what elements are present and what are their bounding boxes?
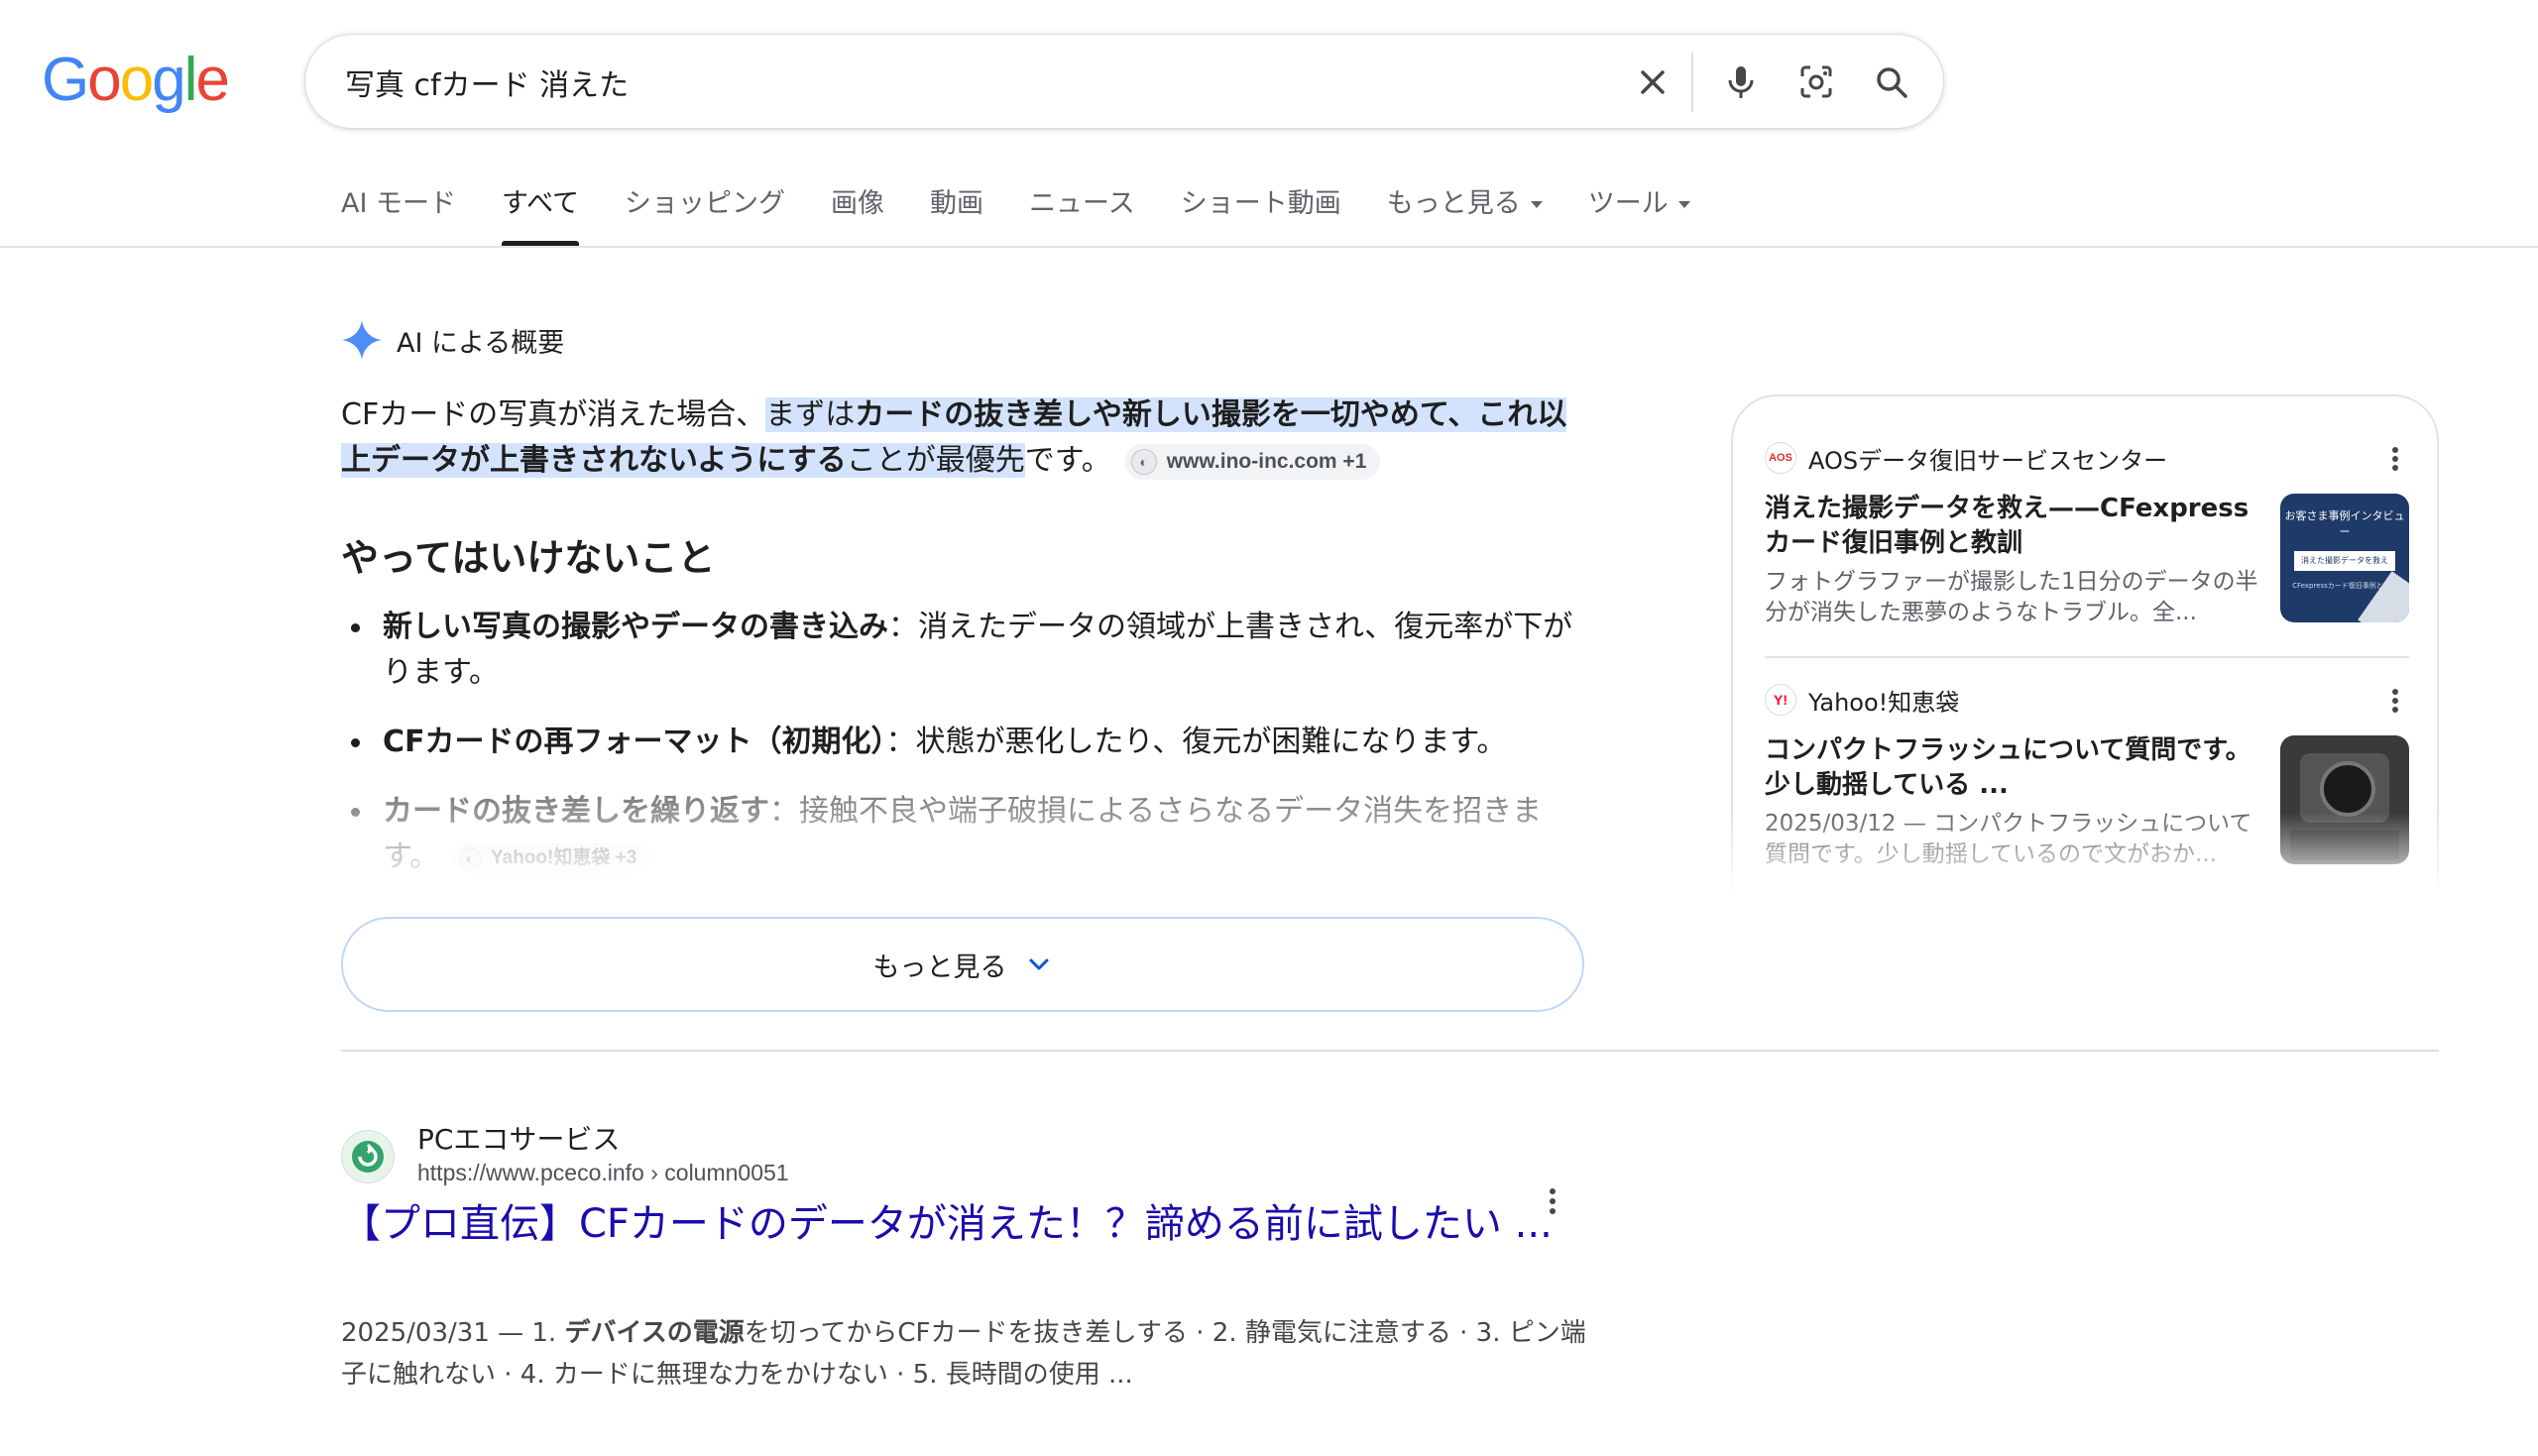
source-name: AOSデータ復旧サービスセンター <box>1808 446 2168 475</box>
source-title[interactable]: コンパクトフラッシュについて質問です。少し動揺している ... <box>1765 733 2260 803</box>
caret-down-icon <box>1677 201 1690 208</box>
citation-chip[interactable]: ◐ Yahoo!知恵袋 +3 <box>453 842 651 873</box>
show-more-label: もっと見る <box>872 952 1007 983</box>
tab-label: AI モード <box>341 188 457 219</box>
list-item-text: ：状態が悪化したり、復元が困難になります。 <box>885 725 1507 759</box>
chevron-down-icon <box>1029 958 1048 970</box>
more-options-icon[interactable] <box>2381 444 2409 474</box>
gemini-sparkle-icon <box>342 320 382 360</box>
result-snippet: 2025/03/31 — 1. デバイスの電源を切ってからCFカードを抜き差しす… <box>341 1312 1590 1396</box>
snippet-bold: デバイスの電源 <box>564 1318 745 1348</box>
google-logo[interactable]: Google <box>42 46 230 115</box>
search-tabs: AI モード すべて ショッピング 画像 動画 ニュース ショート動画 もっと見… <box>341 184 1736 246</box>
aos-favicon-icon: AOS <box>1765 442 1796 474</box>
results-divider <box>341 1050 2439 1052</box>
tab-label: 画像 <box>831 188 885 219</box>
yahoo-favicon-icon: Y! <box>1765 684 1796 716</box>
ai-overview-header: AI による概要 <box>341 319 564 361</box>
source-card[interactable]: Y! Yahoo!知恵袋 コンパクトフラッシュについて質問です。少し動揺している… <box>1765 680 2409 890</box>
logo-letter: o <box>87 46 122 114</box>
show-more-button[interactable]: もっと見る <box>341 917 1584 1012</box>
tab-more[interactable]: もっと見る <box>1387 184 1543 246</box>
tab-label: ショッピング <box>625 188 786 219</box>
list-item: カードの抜き差しを繰り返す：接触不良や端子破損によるさらなるデータ消失を招きます… <box>341 789 1590 880</box>
citation-favicon-icon: ◐ <box>1130 448 1157 475</box>
logo-letter: G <box>42 46 89 114</box>
caret-down-icon <box>1530 201 1543 208</box>
tab-short-videos[interactable]: ショート動画 <box>1181 184 1341 246</box>
result-title-link[interactable]: 【プロ直伝】CFカードのデータが消えた！？諦める前に試したい ... <box>341 1195 1590 1253</box>
search-divider <box>1691 53 1693 112</box>
lens-camera-icon[interactable] <box>1792 58 1840 106</box>
source-header: AOS AOSデータ復旧サービスセンター <box>1765 438 2409 478</box>
source-thumbnail: お客さま事例インタビュー 消えた撮影データを救え CFexpressカード復旧事… <box>2280 494 2409 622</box>
intro-highlight-text: ことが最優先 <box>846 443 1025 478</box>
tab-label: 動画 <box>930 188 984 219</box>
tab-label: ツール <box>1587 188 1669 219</box>
search-box <box>304 34 1944 129</box>
list-item-bold: 新しい写真の撮影やデータの書き込み <box>383 610 888 644</box>
tab-images[interactable]: 画像 <box>831 184 884 246</box>
tab-shopping[interactable]: ショッピング <box>625 184 785 246</box>
search-input[interactable] <box>343 56 1586 108</box>
citation-chip[interactable]: ◐ www.ino-inc.com +1 <box>1124 443 1381 480</box>
intro-text: です。 <box>1024 443 1111 478</box>
source-card[interactable]: AOS AOSデータ復旧サービスセンター 消えた撮影データを救え——CFexpr… <box>1765 438 2409 656</box>
intro-highlight-text: まずは <box>765 397 856 432</box>
source-header: Y! Yahoo!知恵袋 <box>1765 680 2409 720</box>
tab-label: すべて <box>502 188 580 219</box>
search-icon[interactable] <box>1868 58 1915 106</box>
logo-letter: e <box>195 46 230 114</box>
citation-label: Yahoo!知恵袋 +3 <box>491 846 637 868</box>
tab-tools[interactable]: ツール <box>1588 184 1690 246</box>
ai-overview-label: AI による概要 <box>397 327 565 359</box>
tab-news[interactable]: ニュース <box>1029 184 1135 246</box>
microphone-icon[interactable] <box>1717 58 1765 106</box>
tab-label: もっと見る <box>1386 188 1521 219</box>
camera-thumbnail <box>2280 735 2409 864</box>
tab-label: ニュース <box>1029 188 1135 219</box>
citation-label: www.ino-inc.com +1 <box>1166 449 1367 473</box>
tab-ai-mode[interactable]: AI モード <box>341 184 456 246</box>
logo-letter: o <box>119 46 155 114</box>
result-url[interactable]: https://www.pceco.info › column0051 <box>417 1160 789 1186</box>
ai-overview-intro: CFカードの写真が消えた場合、まずはカードの抜き差しや新しい撮影を一切やめて、こ… <box>341 392 1580 484</box>
card-divider <box>1765 656 2409 658</box>
source-snippet: 2025/03/12 — コンパクトフラッシュについて質問です。少し動揺している… <box>1765 811 2252 867</box>
tab-label: ショート動画 <box>1180 188 1341 219</box>
source-name: Yahoo!知恵袋 <box>1808 688 1960 717</box>
list-item: CFカードの再フォーマット（初期化）：状態が悪化したり、復元が困難になります。 <box>341 720 1590 765</box>
thumbnail-title: お客さま事例インタビュー <box>2284 509 2405 538</box>
citation-favicon-icon: ◐ <box>459 846 481 869</box>
clear-icon[interactable] <box>1629 58 1676 106</box>
source-snippet: フォトグラファーが撮影した1日分のデータの半分が消失した悪夢のようなトラブル。全… <box>1765 569 2258 625</box>
ai-overview-heading: やってはいけないこと <box>341 536 716 580</box>
ai-overview-list: 新しい写真の撮影やデータの書き込み：消えたデータの領域が上書きされ、復元率が下が… <box>341 605 1590 904</box>
list-item-bold: CFカードの再フォーマット（初期化） <box>383 725 886 759</box>
source-title[interactable]: 消えた撮影データを救え——CFexpressカード復旧事例と教訓 <box>1765 492 2260 561</box>
intro-text: CFカードの写真が消えた場合、 <box>341 397 766 432</box>
list-item-bold: カードの抜き差しを繰り返す <box>383 794 769 829</box>
thumbnail-subtitle: 消えた撮影データを救え <box>2301 556 2388 565</box>
list-item: 新しい写真の撮影やデータの書き込み：消えたデータの領域が上書きされ、復元率が下が… <box>341 605 1590 696</box>
logo-letter: g <box>152 46 186 114</box>
logo-letter: l <box>183 46 198 114</box>
tabs-divider <box>0 246 2538 248</box>
snippet-text: 2025/03/31 — 1. <box>341 1318 565 1348</box>
more-options-icon[interactable] <box>2381 686 2409 716</box>
tab-all[interactable]: すべて <box>502 184 580 246</box>
result-site-name[interactable]: PCエコサービス <box>417 1118 620 1158</box>
tab-videos[interactable]: 動画 <box>930 184 983 246</box>
pceco-favicon-icon[interactable] <box>341 1130 395 1183</box>
ai-sources-panel: AOS AOSデータ復旧サービスセンター 消えた撮影データを救え——CFexpr… <box>1731 394 2439 890</box>
